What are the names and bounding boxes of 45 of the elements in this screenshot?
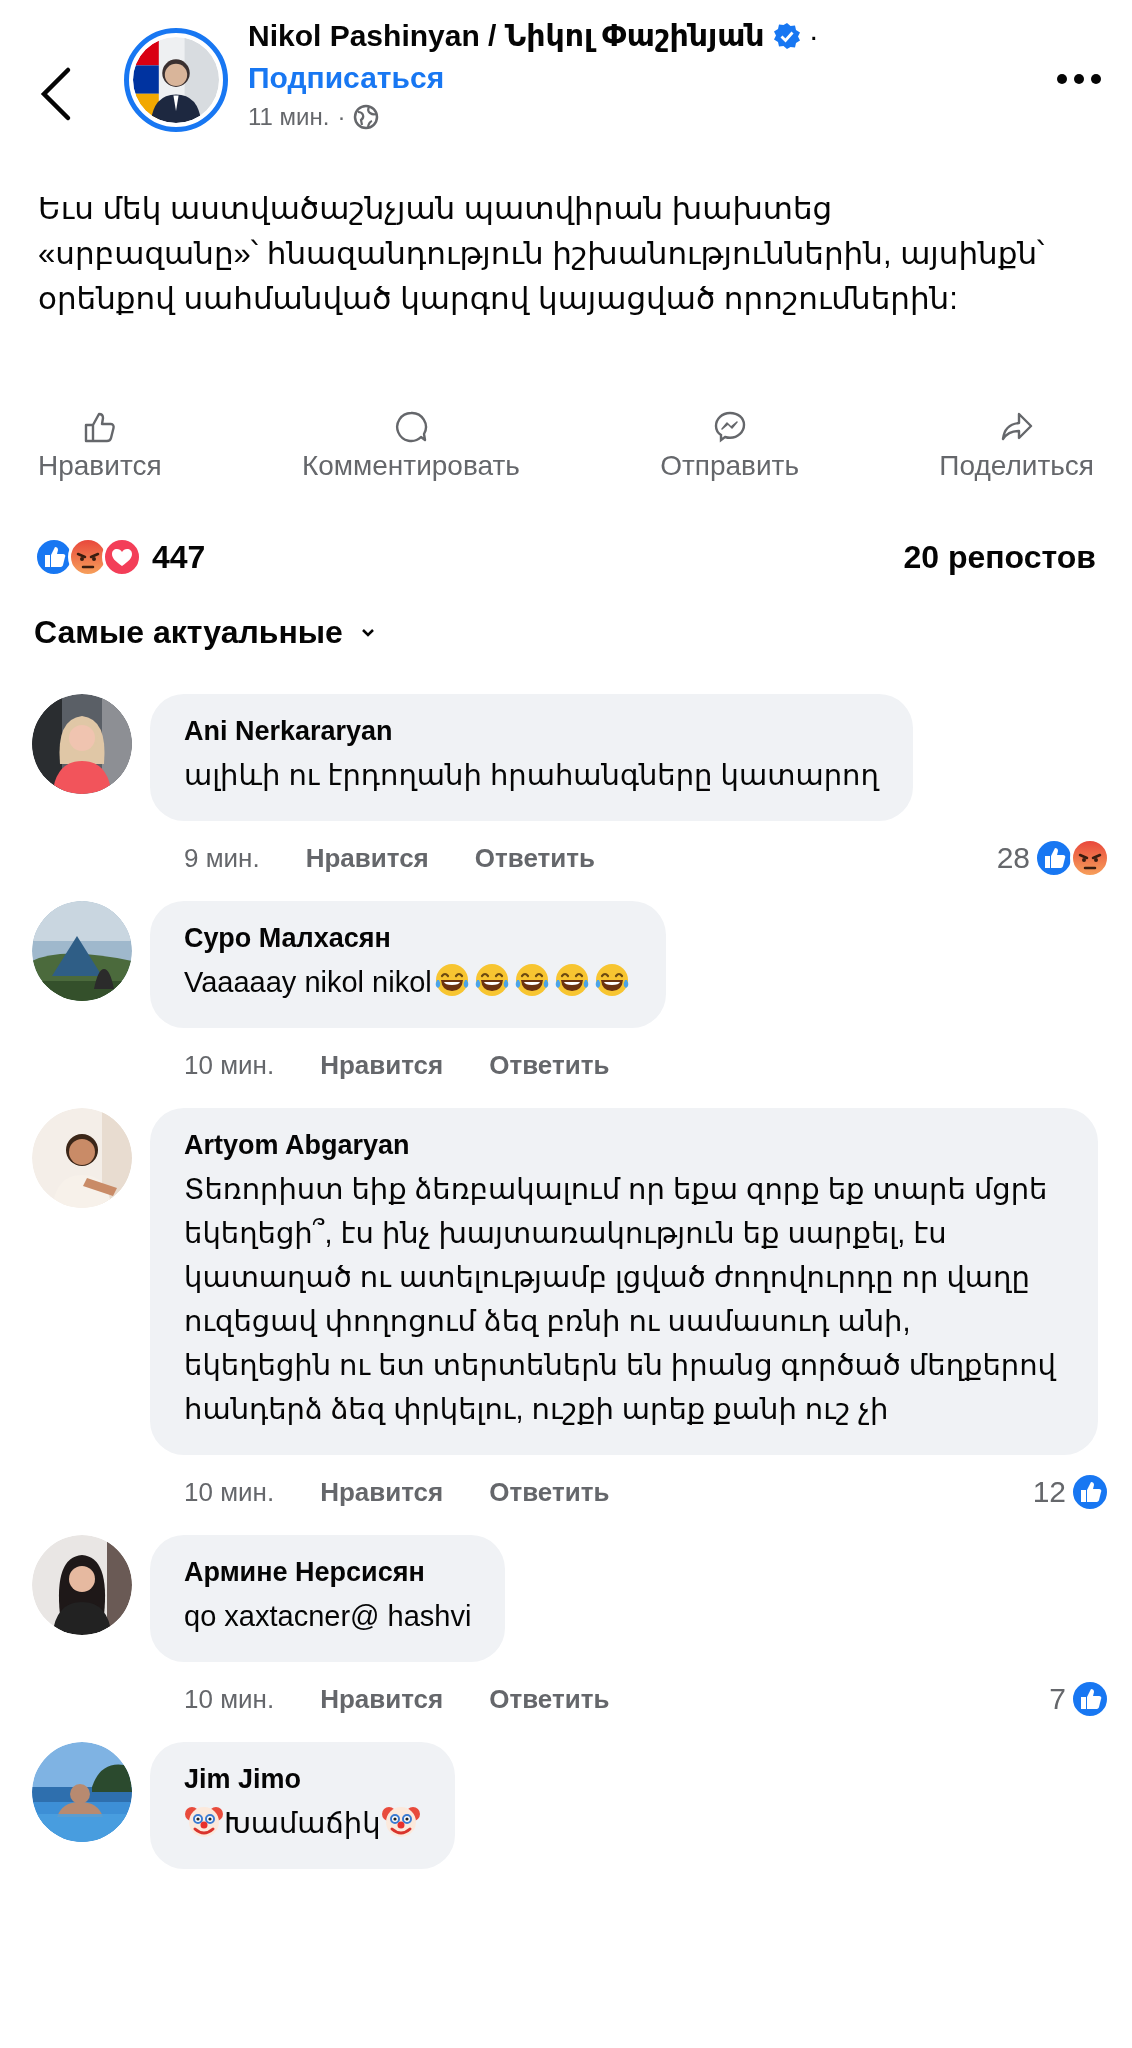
separator-dot: · xyxy=(337,103,346,131)
thumbs-up-icon xyxy=(82,410,117,444)
globe-icon xyxy=(353,104,380,130)
commenter-name[interactable]: Армине Нерсисян xyxy=(184,1557,472,1588)
comment-bubble-icon xyxy=(393,410,428,444)
comment-time: 10 мин. xyxy=(184,1683,275,1715)
comment-text: Խամաճիկ xyxy=(184,1801,421,1845)
commenter-name[interactable]: Суро Малхасян xyxy=(184,923,632,954)
reply-link[interactable]: Ответить xyxy=(474,842,595,874)
commenter-name[interactable]: Jim Jimo xyxy=(184,1764,421,1795)
send-action-button[interactable]: Отправить xyxy=(660,410,800,520)
like-link[interactable]: Нравится xyxy=(305,842,429,874)
reply-link[interactable]: Ответить xyxy=(489,1683,610,1715)
like-link[interactable]: Нравится xyxy=(320,1049,444,1081)
like-link[interactable]: Нравится xyxy=(320,1683,444,1715)
author-name[interactable]: Nikol Pashinyan / Նիկոլ Փաշինյան xyxy=(248,18,765,53)
more-options-icon[interactable] xyxy=(1056,73,1102,85)
reaction-count[interactable]: 28 xyxy=(996,841,1030,875)
back-icon[interactable] xyxy=(38,66,72,122)
messenger-icon xyxy=(712,410,747,444)
comment-time: 9 мин. xyxy=(184,842,260,874)
comment-time: 10 мин. xyxy=(184,1049,275,1081)
comment-text: Vaaaaay nikol nikol xyxy=(184,960,632,1004)
separator-dot: · xyxy=(808,18,819,53)
comment-time: 10 мин. xyxy=(184,1476,275,1508)
like-action-button[interactable]: Нравится xyxy=(38,410,162,520)
commenter-name[interactable]: Ani Nerkararyan xyxy=(184,716,879,747)
comment-text: qo xaxtacner@ hashvi xyxy=(184,1599,472,1634)
share-action-button[interactable]: Поделиться xyxy=(939,410,1094,520)
reaction-count[interactable]: 447 xyxy=(152,538,206,576)
like-link[interactable]: Нравится xyxy=(320,1476,444,1508)
reply-link[interactable]: Ответить xyxy=(489,1049,610,1081)
follow-link[interactable]: Подписаться xyxy=(248,61,445,95)
comment-action-button[interactable]: Комментировать xyxy=(301,410,520,520)
comment-text: ալիևի ու էրդողանի հրահանգները կատարող xyxy=(184,758,879,793)
post-time: 11 мин. xyxy=(248,103,330,131)
commenter-name[interactable]: Artyom Abgaryan xyxy=(184,1130,1064,1161)
sort-dropdown[interactable]: Самые актуальные xyxy=(34,614,375,651)
comment-text: Տեռորիստ եիք ձեռբակալում որ եքա զորք եք տարե մցրե եկեղեցի՞, էս ինչ խայտառակություն եք սարքել, էս կատաղած ու ատելությամբ լցված ժողովուրդը որ վաղը ուզեցավ փողոցում ձեզ բռնի ու սամասուդ անի, եկեղեցին ու ետ տերտեներն են իրանց գործած մեղքերով հանդերձ ձեզ փրկելու, ուշքի արեք քանի ուշ չի xyxy=(184,1172,1058,1427)
reply-link[interactable]: Ответить xyxy=(489,1476,610,1508)
reaction-count[interactable]: 12 xyxy=(1032,1475,1066,1509)
post-text: Եւս մեկ աստվածաշնչյան պատվիրան խախտեց «սրբազանը»՝ հնազանդություն իշխանություններին, այսինքն՝ օրենքով սահմանված կարգով կայացված որոշումներին: xyxy=(38,190,1046,318)
chevron-down-icon xyxy=(360,627,375,638)
reaction-count[interactable]: 7 xyxy=(1049,1682,1066,1716)
share-count[interactable]: 20 репостов xyxy=(903,538,1096,576)
